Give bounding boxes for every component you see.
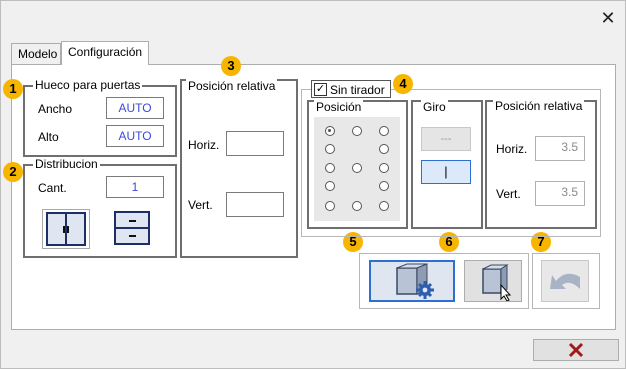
close-icon[interactable]: ✕: [597, 7, 619, 29]
door-gear-icon: [396, 263, 434, 299]
horiz2-input[interactable]: 3.5: [535, 136, 585, 161]
distribucion-title: Distribucion: [33, 157, 100, 171]
undo-button[interactable]: [541, 260, 589, 302]
badge-2: 2: [3, 162, 23, 182]
configure-door-button[interactable]: [369, 260, 455, 302]
sin-tirador-checkbox[interactable]: ✓ Sin tirador: [311, 80, 391, 98]
giro-vertical-button[interactable]: |: [421, 160, 471, 184]
cancel-button[interactable]: [533, 339, 619, 361]
ancho-label: Ancho: [38, 102, 73, 116]
posicion-title: Posición: [314, 100, 364, 114]
double-door-icon: [46, 212, 86, 246]
position-dot[interactable]: [325, 163, 335, 173]
vert2-label: Vert.: [496, 187, 521, 201]
dialog-window: ✕ Modelo Configuración 1 2 3 4 5 6 7 Hue…: [0, 0, 626, 369]
cant-label: Cant.: [38, 181, 67, 195]
position-dot[interactable]: [379, 201, 389, 211]
hueco-title: Hueco para puertas: [33, 78, 143, 92]
vert2-input[interactable]: 3.5: [535, 181, 585, 206]
drawer-icon: [114, 211, 150, 245]
posicion-relativa2-title: Posición relativa: [493, 99, 585, 113]
horiz-input[interactable]: [226, 131, 284, 156]
badge-3: 3: [221, 56, 241, 76]
giro-horizontal-button[interactable]: ---: [421, 127, 471, 151]
position-dot[interactable]: [325, 126, 335, 136]
vert-input[interactable]: [226, 192, 284, 217]
vert-label: Vert.: [188, 198, 213, 212]
cant-input[interactable]: 1: [106, 176, 164, 198]
tab-configuracion[interactable]: Configuración: [61, 41, 149, 65]
undo-icon: [550, 273, 580, 289]
close-icon: [568, 342, 584, 358]
posicion-relativa-title: Posición relativa: [186, 79, 278, 93]
posicion-relativa-group: [180, 79, 298, 258]
horiz-label: Horiz.: [188, 138, 220, 152]
tab-modelo[interactable]: Modelo: [11, 43, 61, 65]
position-dot[interactable]: [325, 144, 335, 154]
position-dot[interactable]: [379, 181, 389, 191]
position-dot[interactable]: [325, 201, 335, 211]
door-cursor-icon: [482, 264, 512, 302]
sin-tirador-label: Sin tirador: [330, 83, 385, 97]
horiz2-label: Horiz.: [496, 142, 528, 156]
badge-1: 1: [3, 79, 23, 99]
posicion-relativa2-group: [485, 100, 597, 229]
check-icon: ✓: [314, 83, 327, 96]
giro-title: Giro: [421, 100, 448, 114]
double-door-button[interactable]: [42, 209, 90, 249]
position-dot[interactable]: [352, 126, 362, 136]
position-dot[interactable]: [352, 201, 362, 211]
select-door-button[interactable]: [464, 260, 522, 302]
alto-label: Alto: [38, 130, 59, 144]
position-dot[interactable]: [379, 126, 389, 136]
position-dot[interactable]: [379, 144, 389, 154]
alto-input[interactable]: AUTO: [106, 125, 164, 147]
ancho-input[interactable]: AUTO: [106, 97, 164, 119]
position-grid: [314, 117, 400, 221]
position-dot[interactable]: [325, 181, 335, 191]
position-dot[interactable]: [352, 163, 362, 173]
drawer-button[interactable]: [111, 209, 153, 249]
position-dot[interactable]: [379, 163, 389, 173]
